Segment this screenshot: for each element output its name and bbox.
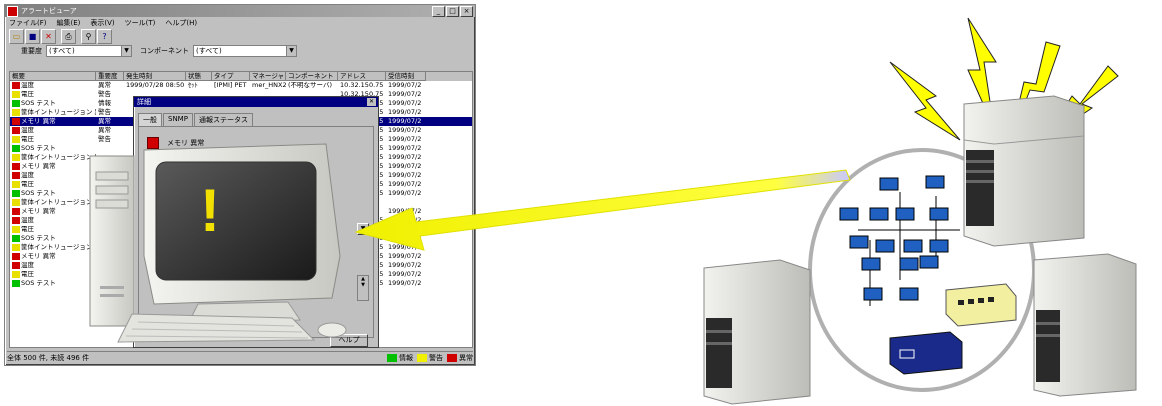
alert-arrow: [354, 169, 851, 251]
network-illustration: [354, 17, 1137, 405]
server-right-icon: [1033, 253, 1137, 397]
server-main-icon: [963, 95, 1085, 247]
network-hub-icon: [945, 283, 1017, 327]
lightning-bolt-icon: [889, 61, 961, 141]
network-clients-icon: [839, 175, 960, 306]
server-left-icon: [703, 259, 811, 405]
network-router-icon: [889, 331, 963, 375]
